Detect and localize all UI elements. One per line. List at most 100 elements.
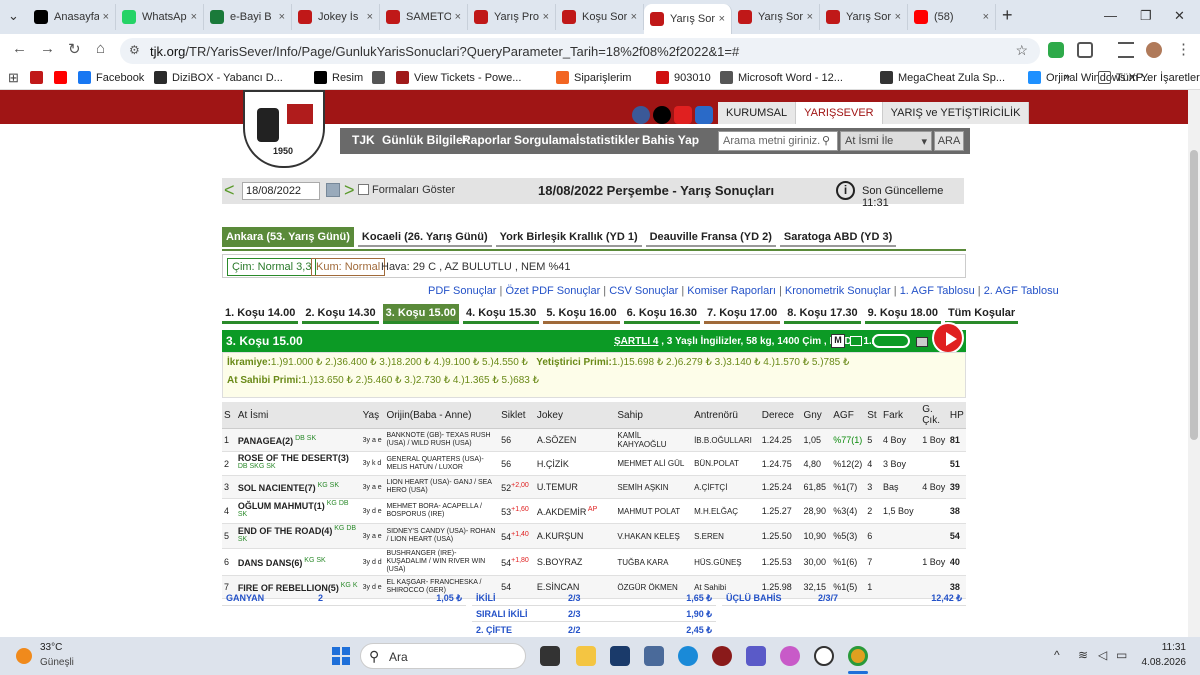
bookmark-item[interactable] xyxy=(30,71,48,84)
battery-icon[interactable]: ▭ xyxy=(1116,648,1127,662)
result-link[interactable]: Komiser Raporları xyxy=(687,285,776,297)
close-icon[interactable]: × xyxy=(983,11,989,23)
column-header[interactable]: Siklet xyxy=(499,402,535,429)
column-header[interactable]: Gny xyxy=(801,402,832,429)
w-app-icon[interactable] xyxy=(814,646,834,666)
teams-icon[interactable] xyxy=(746,646,766,666)
main-menu-item[interactable]: İstatistikler xyxy=(576,133,639,147)
owner-cell[interactable]: TUĞBA KARA xyxy=(615,548,693,576)
bookmark-item[interactable]: MegaCheat Zula Sp... xyxy=(880,71,1005,84)
b-app-icon[interactable] xyxy=(610,646,630,666)
taskbar-search[interactable]: ⚲ Ara xyxy=(360,643,526,669)
jockey-cell[interactable]: U.TEMUR xyxy=(534,475,616,499)
result-link[interactable]: Kronometrik Sonuçlar xyxy=(785,285,891,297)
column-header[interactable]: Sahip xyxy=(615,402,693,429)
windows-start-icon[interactable] xyxy=(332,647,350,665)
bookmarks-more-icon[interactable]: » xyxy=(1064,71,1070,83)
x-icon[interactable] xyxy=(653,106,671,124)
browser-tab[interactable]: Yarış Pro × xyxy=(468,4,556,30)
race-tab[interactable]: 8. Koşu 17.30 xyxy=(784,304,861,324)
owner-cell[interactable]: MEHMET ALİ GÜL xyxy=(615,451,693,476)
info-icon[interactable]: i xyxy=(836,181,855,200)
column-header[interactable]: Orijin(Baba - Anne) xyxy=(384,402,500,429)
prev-day-icon[interactable]: < xyxy=(224,180,235,201)
close-icon[interactable]: × xyxy=(367,11,373,23)
chrome-icon[interactable] xyxy=(848,646,868,666)
bookmark-item[interactable] xyxy=(372,71,390,84)
minimize-icon[interactable]: — xyxy=(1104,8,1117,23)
shield-extension-icon[interactable] xyxy=(1048,42,1064,58)
clock-time[interactable]: 11:31 xyxy=(1130,642,1186,653)
owner-cell[interactable]: MAHMUT POLAT xyxy=(615,498,693,524)
close-icon[interactable]: × xyxy=(807,11,813,23)
column-header[interactable]: S xyxy=(222,402,236,429)
close-icon[interactable]: × xyxy=(279,11,285,23)
address-bar[interactable]: ⚙ tjk.org/TR/YarisSever/Info/Page/Gunluk… xyxy=(120,38,1040,64)
column-header[interactable]: At İsmi xyxy=(235,402,361,429)
horse-name[interactable]: SOL NACIENTE(7) xyxy=(238,483,316,493)
search-type-select[interactable]: At İsmi İle ▾ xyxy=(840,131,932,151)
bookmark-item[interactable]: 903010 xyxy=(656,71,711,84)
extensions-icon[interactable] xyxy=(1077,42,1093,58)
main-menu-item[interactable]: Sorgulama xyxy=(514,133,576,147)
origin-cell[interactable]: BANKNOTE (GB)- TEXAS RUSH (USA) / WILD R… xyxy=(384,428,500,452)
browser-tab[interactable]: e-Bayi B × xyxy=(204,4,292,30)
bookmark-star-icon[interactable]: ☆ xyxy=(1015,42,1028,59)
close-icon[interactable]: × xyxy=(191,11,197,23)
top-nav-item[interactable]: YARIŞSEVER xyxy=(796,102,883,124)
trainer-cell[interactable]: HÜS.GÜNEŞ xyxy=(692,548,760,576)
column-header[interactable]: Fark xyxy=(881,402,921,429)
hippodrome-tab[interactable]: Deauville Fransa (YD 2) xyxy=(645,227,776,247)
result-link[interactable]: 2. AGF Tablosu xyxy=(984,285,1059,297)
main-menu-item[interactable]: Günlük Bilgiler xyxy=(382,133,467,147)
column-header[interactable]: AGF xyxy=(831,402,866,429)
close-icon[interactable]: × xyxy=(719,13,725,25)
bookmark-item[interactable]: Microsoft Word - 12... xyxy=(720,71,843,84)
column-header[interactable]: HP xyxy=(947,402,966,429)
bookmark-item[interactable] xyxy=(54,71,72,84)
close-icon[interactable]: × xyxy=(631,11,637,23)
site-info-icon[interactable]: ⚙ xyxy=(129,43,140,57)
browser-tab[interactable]: Koşu Sor × xyxy=(556,4,644,30)
trainer-cell[interactable]: BÜN.POLAT xyxy=(692,451,760,476)
main-menu-item[interactable]: Bahis Yap xyxy=(642,133,699,147)
bookmark-item[interactable]: Resim xyxy=(314,71,363,84)
apps-grid-icon[interactable]: ⊞ xyxy=(8,70,19,86)
race-tab[interactable]: 2. Koşu 14.30 xyxy=(302,304,379,324)
new-tab-icon[interactable]: + xyxy=(1002,5,1013,26)
profile-avatar[interactable] xyxy=(1146,42,1162,58)
owner-cell[interactable]: SEMİH AŞKIN xyxy=(615,475,693,499)
search-input[interactable]: Arama metni giriniz. xyxy=(718,131,838,151)
result-link[interactable]: 1. AGF Tablosu xyxy=(900,285,975,297)
column-header[interactable]: Jokey xyxy=(534,402,616,429)
browser-tab[interactable]: SAMETO × xyxy=(380,4,468,30)
instagram-icon[interactable] xyxy=(695,106,713,124)
show-forms-checkbox[interactable] xyxy=(358,184,369,195)
owner-cell[interactable]: KAMİL KAHYAOĞLU xyxy=(615,428,693,452)
browser-tab[interactable]: Yarış Sor × xyxy=(644,4,732,34)
file-explorer-icon[interactable] xyxy=(576,646,596,666)
browser-tab[interactable]: Anasayfa × xyxy=(28,4,116,30)
close-window-icon[interactable]: ✕ xyxy=(1174,8,1185,24)
main-menu-item[interactable]: Raporlar xyxy=(462,133,511,147)
result-link[interactable]: Özet PDF Sonuçlar xyxy=(505,285,600,297)
close-icon[interactable]: × xyxy=(103,11,109,23)
bookmark-item[interactable]: View Tickets - Powe... xyxy=(396,71,521,84)
search-button[interactable]: ARA xyxy=(934,131,964,151)
race-tab[interactable]: 4. Koşu 15.30 xyxy=(462,304,540,324)
top-nav-item[interactable]: YARIŞ ve YETİŞTİRİCİLİK xyxy=(882,102,1030,124)
result-link[interactable]: PDF Sonuçlar xyxy=(428,285,496,297)
owner-cell[interactable]: V.HAKAN KELEŞ xyxy=(615,523,693,549)
column-header[interactable]: Derece xyxy=(759,402,802,429)
race-tab[interactable]: 9. Koşu 18.00 xyxy=(864,304,941,324)
tjk-logo[interactable]: 1950 xyxy=(243,90,325,168)
horse-name[interactable]: DANS DANS(6) xyxy=(238,558,303,568)
media-controls-icon[interactable] xyxy=(1118,42,1134,58)
scrollbar-thumb[interactable] xyxy=(1190,150,1198,440)
next-day-icon[interactable]: > xyxy=(344,180,355,201)
jockey-cell[interactable]: S.BOYRAZ xyxy=(534,548,616,576)
browser-tab[interactable]: Yarış Sor × xyxy=(820,4,908,30)
race-tab[interactable]: 1. Koşu 14.00 xyxy=(222,304,299,324)
bookmark-item[interactable]: Facebook xyxy=(78,71,144,84)
close-icon[interactable]: × xyxy=(455,11,461,23)
